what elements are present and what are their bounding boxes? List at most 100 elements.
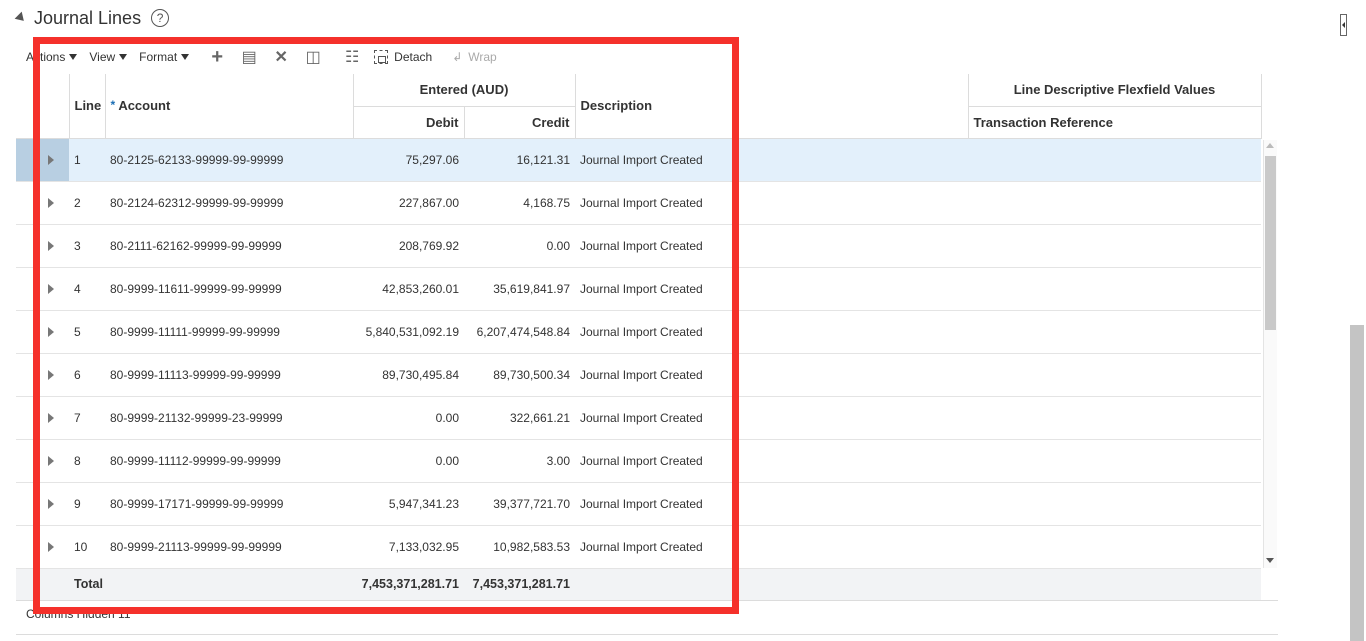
description-cell: Journal Import Created — [575, 181, 968, 225]
view-menu[interactable]: View — [89, 50, 128, 64]
row-disclosure-cell[interactable] — [16, 439, 69, 483]
debit-cell: 42,853,260.01 — [353, 267, 464, 311]
table-row[interactable]: 4 80-9999-11611-99999-99-99999 42,853,260.… — [16, 267, 1278, 311]
description-cell: Journal Import Created — [575, 482, 968, 526]
credit-cell: 89,730,500.34 — [464, 353, 575, 397]
row-disclosure-cell[interactable] — [16, 525, 69, 569]
transaction-reference-cell — [968, 482, 1261, 526]
table-row[interactable]: 8 80-9999-11112-99999-99-99999 0.00 3.00 Jou… — [16, 439, 1278, 483]
actions-menu[interactable]: Actions — [26, 50, 78, 64]
credit-cell: 322,661.21 — [464, 396, 575, 440]
description-cell: Journal Import Created — [575, 224, 968, 268]
expand-row-icon[interactable] — [48, 240, 54, 251]
description-cell: Journal Import Created — [575, 267, 968, 311]
description-cell: Journal Import Created — [575, 525, 968, 569]
detach-icon — [374, 50, 389, 64]
account-cell: 80-2124-62312-99999-99-99999 — [105, 181, 353, 225]
query-by-example-icon[interactable]: ☷ — [343, 48, 361, 66]
line-cell: 10 — [69, 525, 105, 569]
panel-splitter-button[interactable] — [1340, 14, 1347, 36]
row-disclosure-cell[interactable] — [16, 138, 69, 182]
table-scroll-thumb[interactable] — [1265, 156, 1276, 330]
wrap-button[interactable]: ↲ Wrap — [452, 50, 497, 64]
delete-icon[interactable]: ✕ — [272, 48, 290, 66]
chevron-down-icon — [119, 54, 128, 60]
row-disclosure-cell[interactable] — [16, 267, 69, 311]
row-disclosure-cell[interactable] — [16, 482, 69, 526]
row-disclosure-cell[interactable] — [16, 224, 69, 268]
scroll-up-arrow-icon[interactable] — [1266, 143, 1274, 148]
description-cell: Journal Import Created — [575, 439, 968, 483]
section-title: Journal Lines — [34, 7, 142, 28]
expand-row-icon[interactable] — [48, 154, 54, 165]
expand-row-icon[interactable] — [48, 541, 54, 552]
column-header-credit[interactable]: Credit — [464, 106, 576, 139]
collapse-triangle-icon[interactable] — [14, 11, 28, 25]
debit-cell: 7,133,032.95 — [353, 525, 464, 569]
column-header-description[interactable]: Description — [575, 74, 969, 139]
transaction-reference-cell — [968, 267, 1261, 311]
debit-cell: 5,840,531,092.19 — [353, 310, 464, 354]
credit-cell: 16,121.31 — [464, 138, 575, 182]
debit-cell: 0.00 — [353, 439, 464, 483]
expand-row-icon[interactable] — [48, 412, 54, 423]
description-cell: Journal Import Created — [575, 138, 968, 182]
table-row[interactable]: 7 80-9999-21132-99999-23-99999 0.00 322,661… — [16, 396, 1278, 440]
header-filler — [1261, 74, 1278, 138]
row-disclosure-cell[interactable] — [16, 396, 69, 440]
debit-cell: 75,297.06 — [353, 138, 464, 182]
row-disclosure-cell[interactable] — [16, 310, 69, 354]
format-menu[interactable]: Format — [139, 50, 190, 64]
scroll-down-arrow-icon[interactable] — [1266, 558, 1274, 563]
account-cell: 80-2125-62133-99999-99-99999 — [105, 138, 353, 182]
divider — [16, 600, 1278, 601]
table-row[interactable]: 5 80-9999-11111-99999-99-99999 5,840,531,0… — [16, 310, 1278, 354]
required-indicator: * — [110, 98, 116, 113]
expand-row-icon[interactable] — [48, 326, 54, 337]
column-group-flexfield: Line Descriptive Flexfield Values — [967, 74, 1262, 107]
table-row[interactable]: 3 80-2111-62162-99999-99-99999 208,769.92 0… — [16, 224, 1278, 268]
row-disclosure-cell[interactable] — [16, 353, 69, 397]
total-debit: 7,453,371,281.71 — [353, 568, 464, 601]
table-row[interactable]: 9 80-9999-17171-99999-99-99999 5,947,341.2… — [16, 482, 1278, 526]
expand-row-icon[interactable] — [48, 197, 54, 208]
row-disclosure-cell[interactable] — [16, 181, 69, 225]
expand-row-icon[interactable] — [48, 498, 54, 509]
expand-row-icon[interactable] — [48, 455, 54, 466]
credit-cell: 10,982,583.53 — [464, 525, 575, 569]
page-scrollbar-thumb[interactable] — [1350, 325, 1364, 641]
transaction-reference-cell — [968, 353, 1261, 397]
credit-cell: 35,619,841.97 — [464, 267, 575, 311]
account-cell: 80-9999-21132-99999-23-99999 — [105, 396, 353, 440]
detach-button[interactable]: Detach — [374, 50, 432, 64]
credit-cell: 0.00 — [464, 224, 575, 268]
table-row[interactable]: 1 80-2125-62133-99999-99-99999 75,297.06 16… — [16, 138, 1278, 182]
freeze-columns-icon[interactable]: ◫ — [304, 48, 322, 66]
line-cell: 9 — [69, 482, 105, 526]
expand-row-icon[interactable] — [48, 369, 54, 380]
help-icon[interactable]: ? — [151, 9, 170, 27]
expand-row-icon[interactable] — [48, 283, 54, 294]
account-cell: 80-9999-11611-99999-99-99999 — [105, 267, 353, 311]
total-credit: 7,453,371,281.71 — [464, 568, 575, 601]
transaction-reference-cell — [968, 396, 1261, 440]
account-cell: 80-2111-62162-99999-99-99999 — [105, 224, 353, 268]
column-header-line[interactable]: Line — [69, 74, 106, 139]
column-header-account[interactable]: * Account — [105, 74, 354, 139]
table-row[interactable]: 6 80-9999-11113-99999-99-99999 89,730,495.… — [16, 353, 1278, 397]
table-row[interactable]: 10 80-9999-21113-99999-99-99999 7,133,032.… — [16, 525, 1278, 569]
column-header-debit[interactable]: Debit — [353, 106, 465, 139]
line-cell: 2 — [69, 181, 105, 225]
account-cell: 80-9999-17171-99999-99-99999 — [105, 482, 353, 526]
duplicate-icon[interactable]: ▤ — [240, 48, 258, 66]
row-gutter-header — [16, 74, 70, 139]
column-header-transaction-reference[interactable]: Transaction Reference — [967, 106, 1262, 139]
total-label: Total — [69, 568, 353, 601]
line-cell: 1 — [69, 138, 105, 182]
account-cell: 80-9999-21113-99999-99-99999 — [105, 525, 353, 569]
table-row[interactable]: 2 80-2124-62312-99999-99-99999 227,867.00 4… — [16, 181, 1278, 225]
add-icon[interactable]: + — [208, 46, 226, 68]
credit-cell: 6,207,474,548.84 — [464, 310, 575, 354]
line-cell: 7 — [69, 396, 105, 440]
chevron-down-icon — [69, 54, 78, 60]
